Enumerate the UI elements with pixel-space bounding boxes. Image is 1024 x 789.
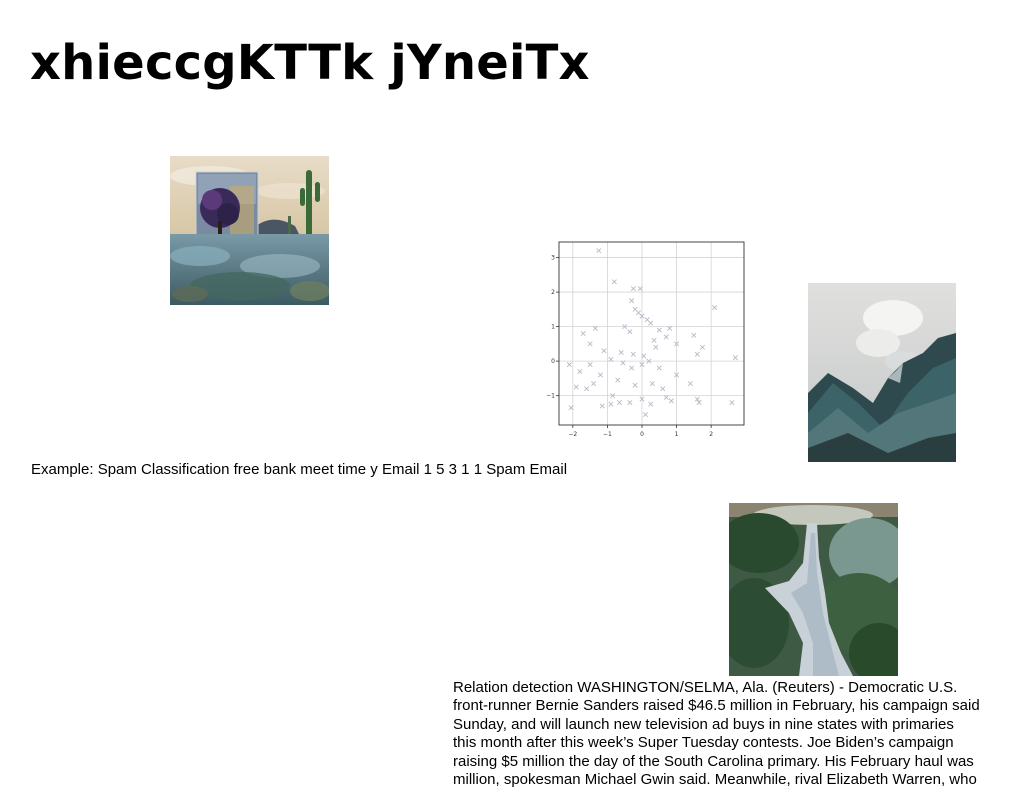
article-line: Relation detection WASHINGTON/SELMA, Ala… bbox=[453, 679, 958, 696]
x-tick-label: 1 bbox=[675, 431, 679, 438]
example-caption: Example: Spam Classification free bank m… bbox=[31, 461, 568, 478]
article-line: Sunday, and will launch new television a… bbox=[453, 715, 954, 733]
x-tick-label: 2 bbox=[709, 431, 713, 438]
x-tick-label: −1 bbox=[603, 431, 612, 438]
article-line: million, spokesman Michael Gwin said. Me… bbox=[453, 771, 977, 789]
mountain-photo bbox=[808, 283, 956, 462]
desert-photo bbox=[170, 156, 329, 305]
path-photo bbox=[729, 503, 898, 676]
scatter-chart: −2 −1 0 1 2 −1 0 1 2 3 bbox=[540, 236, 750, 442]
y-tick-label: −1 bbox=[546, 393, 555, 400]
y-tick-label: 2 bbox=[551, 289, 555, 296]
y-tick-label: 1 bbox=[551, 324, 555, 331]
y-tick-label: 3 bbox=[551, 255, 555, 262]
article-text: Relation detection WASHINGTON/SELMA, Ala… bbox=[453, 679, 1024, 789]
article-line: this month after this week’s Super Tuesd… bbox=[453, 734, 954, 752]
plot-area bbox=[559, 242, 744, 425]
article-line: raising $5 million the day of the South … bbox=[453, 752, 974, 770]
page-title: xhieccgKTTk jYneiTx bbox=[30, 35, 590, 91]
x-tick-label: −2 bbox=[568, 431, 577, 438]
y-tick-label: 0 bbox=[551, 358, 555, 365]
x-tick-label: 0 bbox=[640, 431, 644, 438]
article-line: front-runner Bernie Sanders raised $46.5… bbox=[453, 697, 980, 715]
